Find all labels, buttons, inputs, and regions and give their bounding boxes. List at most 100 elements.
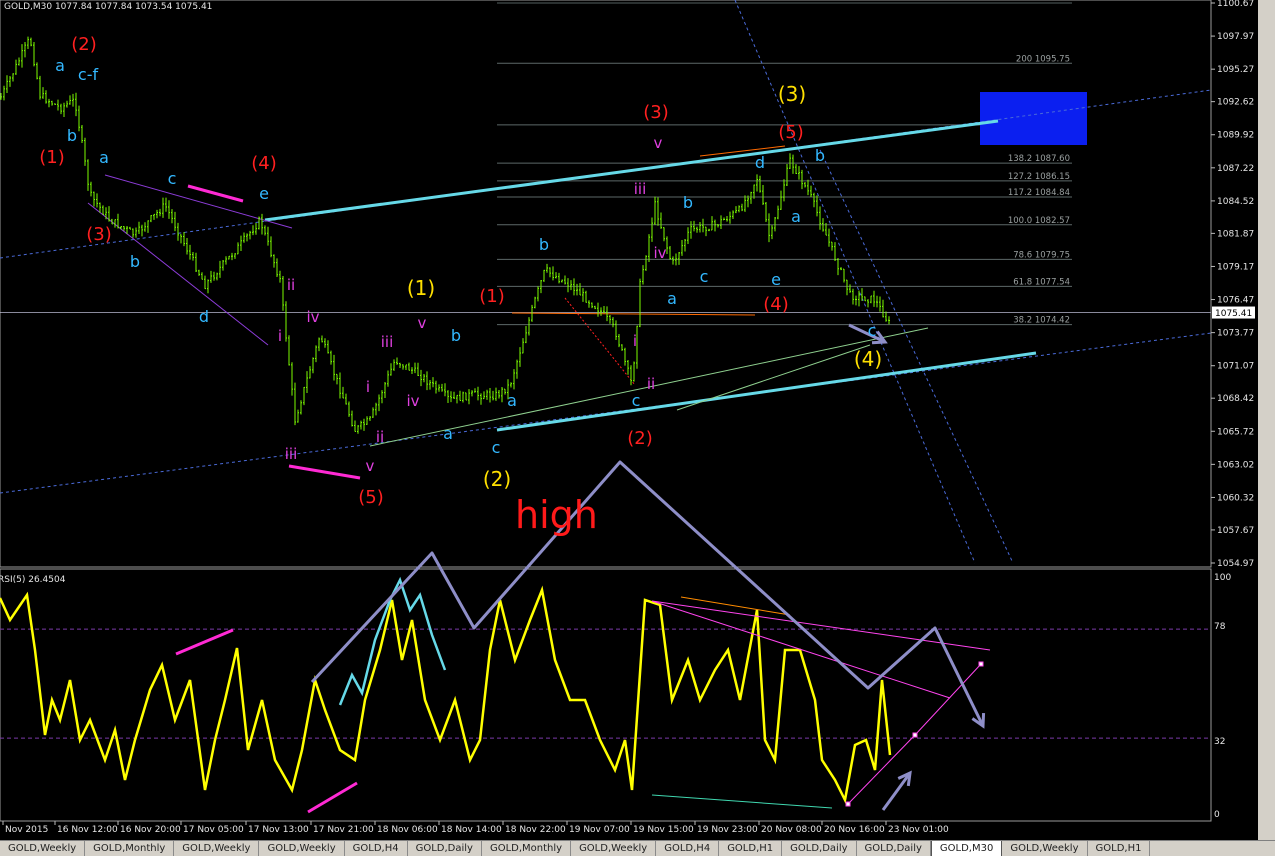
wave-label: e [259,184,269,203]
wave-label: iii [634,180,647,198]
wave-label: b [539,235,549,254]
price-tick-label: 1071.07 [1217,362,1254,372]
wave-label: a [791,207,801,226]
fib-label-0: 200 1095.75 [1016,54,1070,64]
wave-label: (3) [86,224,112,245]
chart-tab[interactable]: GOLD,H4 [345,841,408,856]
rsi-anchor-point [978,661,984,667]
time-tick-label: 19 Nov 23:00 [697,825,758,835]
rsi-tick-label: 78 [1214,622,1226,632]
wave-label: (2) [71,34,97,55]
wave-label: c [168,169,177,188]
fib-label-6: 78.6 1079.75 [1013,250,1070,260]
fib-label-5: 100.0 1082.57 [1008,216,1070,226]
chart-tab[interactable]: GOLD,Daily [782,841,857,856]
chart-tab[interactable]: GOLD,H1 [1088,841,1151,856]
wave-label: b [815,146,825,165]
time-tick-label: 16 Nov 20:00 [120,825,181,835]
rsi-tick-label: 100 [1214,573,1231,583]
price-tick-label: 1054.97 [1217,559,1254,569]
wave-label: b [451,326,461,345]
price-tick-label: 1089.92 [1217,131,1254,141]
wave-label: (4) [763,294,789,315]
chart-tab[interactable]: GOLD,Weekly [259,841,345,856]
wave-label: (1) [39,147,65,168]
chart-tab[interactable]: GOLD,Weekly [1002,841,1088,856]
wave-label: (1) [407,276,435,300]
fib-label-8: 38.2 1074.42 [1013,316,1070,326]
rsi-anchor-point [845,801,851,807]
price-tick-label: 1100.67 [1217,0,1254,9]
wave-label: (4) [251,153,277,174]
time-tick-label: 20 Nov 16:00 [824,825,885,835]
time-tick-label: 20 Nov 08:00 [761,825,822,835]
rsi-anchor-point [912,732,918,738]
price-tick-label: 1079.17 [1217,262,1254,272]
chart-tab[interactable]: GOLD,Monthly [85,841,175,856]
time-tick-label: 17 Nov 21:00 [313,825,374,835]
wave-label: v [418,314,427,332]
wave-label: a [507,391,517,410]
time-tick-label: 18 Nov 14:00 [441,825,502,835]
time-tick-label: 18 Nov 06:00 [377,825,438,835]
fib-label-7: 61.8 1077.54 [1013,277,1070,287]
price-tick-label: 1060.32 [1217,493,1254,503]
chart-tab[interactable]: GOLD,Daily [408,841,482,856]
wave-label: iv [306,308,319,326]
chart-tab[interactable]: GOLD,Weekly [571,841,657,856]
rsi-panel [0,568,1212,822]
wave-label: c-f [78,65,99,84]
high-annotation: high [515,493,598,537]
wave-label: (4) [854,347,882,371]
wave-label: iii [285,445,298,463]
price-tick-label: 1095.27 [1217,65,1254,75]
price-tick-label: 1076.47 [1217,296,1254,306]
wave-label: d [755,153,765,172]
time-tick-label: 16 Nov 12:00 [57,825,118,835]
fib-label-2: 138.2 1087.60 [1008,154,1070,164]
price-tick-label: 1068.42 [1217,394,1254,404]
chart-tab[interactable]: GOLD,Daily [857,841,931,856]
price-tick-label: 1097.97 [1217,32,1254,42]
wave-label: ii [287,276,295,294]
wave-label: (3) [643,102,669,123]
price-tick-label: 1084.52 [1217,197,1254,207]
time-tick-label: 19 Nov 07:00 [569,825,630,835]
time-tick-label: 17 Nov 05:00 [183,825,244,835]
price-tick-label: 1087.22 [1217,164,1254,174]
chart-tab[interactable]: GOLD,Weekly [174,841,260,856]
wave-label: (5) [358,487,384,508]
wave-label: (2) [627,428,653,449]
wave-label: a [443,424,453,443]
wave-label: a [667,289,677,308]
price-tick-label: 1063.02 [1217,460,1254,470]
wave-label: c [868,321,877,340]
chart-tab[interactable]: GOLD,Monthly [482,841,572,856]
fib-label-3: 127.2 1086.15 [1008,172,1070,182]
chart-tab[interactable]: GOLD,H1 [719,841,783,856]
wave-label: i [633,332,637,350]
chart-tab[interactable]: GOLD,M30 [930,841,1003,856]
wave-label: c [492,438,501,457]
wave-label: (3) [778,82,806,106]
chart-tab[interactable]: GOLD,Weekly [0,841,86,856]
wave-label: ii [376,428,384,446]
symbol-info: GOLD,M30 1077.84 1077.84 1073.54 1075.41 [4,2,212,12]
wave-label: d [199,307,209,326]
chart-tab[interactable]: GOLD,H4 [656,841,720,856]
wave-label: a [55,56,65,75]
price-tick-label: 1057.67 [1217,526,1254,536]
price-tick-label: 1073.77 [1217,329,1254,339]
time-tick-label: 19 Nov 15:00 [633,825,694,835]
chart-tab-bar: GOLD,Weekly GOLD,Monthly GOLD,Weekly GOLD,W… [0,840,1275,856]
wave-label: c [632,391,641,410]
wave-label: v [654,134,663,152]
wave-label: i [366,378,370,396]
wave-label: (5) [778,122,804,143]
vertical-scrollbar[interactable] [1258,0,1275,840]
wave-label: a [99,148,109,167]
time-tick-label: Nov 2015 [5,825,48,835]
price-tick-label: 1065.72 [1217,427,1254,437]
wave-label: (1) [479,286,505,307]
time-tick-label: 23 Nov 01:00 [888,825,949,835]
